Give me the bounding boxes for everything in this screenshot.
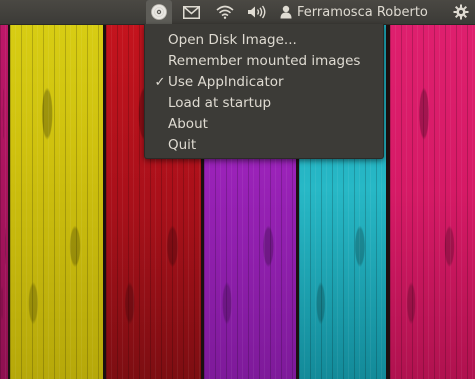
menu-item-label: Quit — [168, 137, 197, 153]
menu-item-quit[interactable]: Quit — [145, 135, 383, 156]
wifi-icon — [216, 5, 234, 19]
wallpaper-plank-yellow — [10, 0, 103, 379]
user-icon — [280, 5, 292, 19]
menu-item-load-at-startup[interactable]: Load at startup — [145, 93, 383, 114]
menu-item-label: Open Disk Image... — [168, 32, 297, 48]
menu-item-label: Use AppIndicator — [168, 74, 284, 90]
menu-item-open-disk-image[interactable]: Open Disk Image... — [145, 30, 383, 51]
session-indicator[interactable] — [449, 0, 473, 24]
menu-item-use-appindicator[interactable]: ✓ Use AppIndicator — [145, 72, 383, 93]
disc-icon — [151, 4, 167, 20]
wallpaper-plank-pink — [390, 0, 475, 379]
menu-item-label: Remember mounted images — [168, 53, 361, 69]
wallpaper-plank-magenta — [0, 0, 8, 379]
gear-icon — [453, 4, 469, 20]
user-indicator[interactable]: Ferramosca Roberto — [280, 0, 444, 24]
disk-mounter-indicator[interactable] — [146, 0, 172, 24]
mail-icon — [182, 5, 200, 19]
user-name-label: Ferramosca Roberto — [297, 4, 428, 20]
menu-item-label: About — [168, 116, 208, 132]
volume-icon — [248, 5, 266, 19]
menu-item-label: Load at startup — [168, 95, 272, 111]
sound-indicator[interactable] — [244, 0, 270, 24]
menu-item-remember-mounted-images[interactable]: Remember mounted images — [145, 51, 383, 72]
disk-mounter-menu: Open Disk Image... Remember mounted imag… — [144, 24, 384, 159]
menu-item-about[interactable]: About — [145, 114, 383, 135]
messaging-indicator[interactable] — [180, 0, 202, 24]
checkmark-icon: ✓ — [154, 75, 166, 90]
network-indicator[interactable] — [212, 0, 238, 24]
top-panel: Ferramosca Roberto — [0, 0, 475, 25]
